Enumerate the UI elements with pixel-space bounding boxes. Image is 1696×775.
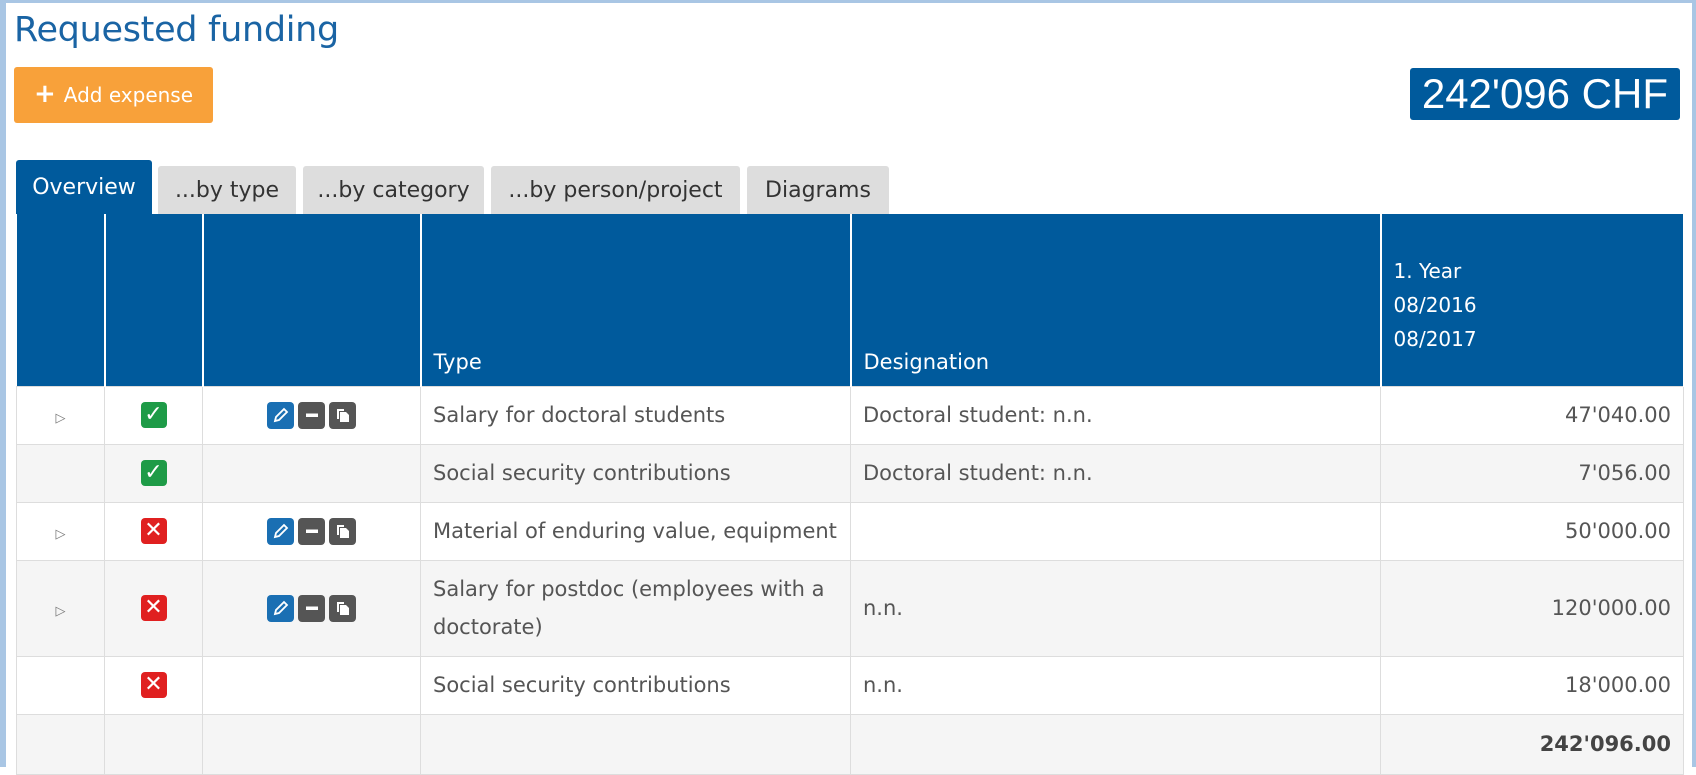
- header-year-end: 08/2017: [1393, 327, 1477, 351]
- window-frame-top: [0, 0, 1696, 3]
- status-cell: ✕: [104, 655, 203, 715]
- triangle-right-icon[interactable]: ▷: [56, 411, 66, 426]
- header-status: [104, 214, 204, 386]
- total-empty-cell: [16, 713, 105, 775]
- tab-overview[interactable]: Overview: [16, 160, 152, 214]
- status-cell: ✓: [104, 385, 203, 445]
- tab-by-person-project[interactable]: ...by person/project: [491, 166, 740, 214]
- pencil-icon[interactable]: [267, 594, 294, 622]
- status-cell: ✓: [104, 443, 203, 503]
- table-header-row: Type Designation 1. Year 08/2016 08/2017: [16, 214, 1685, 386]
- x-icon[interactable]: ✕: [140, 672, 167, 698]
- check-icon[interactable]: ✓: [140, 460, 167, 486]
- expand-cell: ▷: [16, 385, 105, 445]
- type-cell: Salary for postdoc (employees with a doc…: [420, 559, 851, 657]
- add-expense-label: Add expense: [63, 83, 194, 107]
- designation-cell: [850, 501, 1381, 561]
- plus-icon: +: [33, 78, 56, 109]
- total-badge: 242'096 CHF: [1409, 68, 1680, 120]
- header-expand: [16, 214, 106, 386]
- header-actions: [202, 214, 422, 386]
- total-empty-cell: [420, 713, 851, 775]
- minus-icon[interactable]: [298, 401, 325, 429]
- copy-icon[interactable]: [329, 517, 356, 545]
- pencil-icon[interactable]: [267, 517, 294, 545]
- designation-cell: Doctoral student: n.n.: [850, 385, 1381, 445]
- tab-by-category[interactable]: ...by category: [303, 166, 484, 214]
- copy-icon[interactable]: [329, 401, 356, 429]
- amount-cell: 50'000.00: [1380, 501, 1684, 561]
- amount-cell: 7'056.00: [1380, 443, 1684, 503]
- actions-cell: [202, 559, 421, 657]
- total-amount-cell: 242'096.00: [1380, 713, 1684, 775]
- actions-cell: [202, 501, 421, 561]
- table-row: ▷ ✕ Salary for postdoc (employees with a…: [16, 559, 1684, 657]
- table-row: ▷ ✕ Material of enduring value, equipmen…: [16, 501, 1684, 561]
- type-cell: Material of enduring value, equipment: [420, 501, 851, 561]
- window-frame-right: [1692, 0, 1696, 767]
- status-cell: ✕: [104, 501, 203, 561]
- actions-cell: [202, 443, 421, 503]
- actions-cell: [202, 385, 421, 445]
- funding-table: Type Designation 1. Year 08/2016 08/2017…: [16, 214, 1685, 775]
- type-cell: Salary for doctoral students: [420, 385, 851, 445]
- expand-cell: ▷: [16, 501, 105, 561]
- tab-diagrams[interactable]: Diagrams: [747, 166, 889, 214]
- minus-icon[interactable]: [298, 594, 325, 622]
- header-designation: Designation: [850, 214, 1382, 386]
- expand-cell: [16, 443, 105, 503]
- total-row: 242'096.00: [16, 713, 1684, 775]
- type-cell: Social security contributions: [420, 443, 851, 503]
- minus-icon[interactable]: [298, 517, 325, 545]
- triangle-right-icon[interactable]: ▷: [56, 527, 66, 542]
- header-type: Type: [420, 214, 852, 386]
- x-icon[interactable]: ✕: [140, 595, 167, 621]
- check-icon[interactable]: ✓: [140, 402, 167, 428]
- add-expense-button[interactable]: + Add expense: [14, 67, 213, 123]
- status-cell: ✕: [104, 559, 203, 657]
- designation-cell: Doctoral student: n.n.: [850, 443, 1381, 503]
- total-empty-cell: [202, 713, 421, 775]
- total-empty-cell: [104, 713, 203, 775]
- table-row: ✓ Social security contributions Doctoral…: [16, 443, 1684, 503]
- tab-by-type[interactable]: ...by type: [158, 166, 296, 214]
- expand-cell: ▷: [16, 559, 105, 657]
- header-year-label: 1. Year: [1393, 259, 1462, 283]
- x-icon[interactable]: ✕: [140, 518, 167, 544]
- total-empty-cell: [850, 713, 1381, 775]
- amount-cell: 18'000.00: [1380, 655, 1684, 715]
- type-cell: Social security contributions: [420, 655, 851, 715]
- amount-cell: 120'000.00: [1380, 559, 1684, 657]
- header-year-start: 08/2016: [1393, 293, 1477, 317]
- designation-cell: n.n.: [850, 655, 1381, 715]
- actions-cell: [202, 655, 421, 715]
- table-row: ▷ ✓ Salary for doctoral students Doctora…: [16, 385, 1684, 445]
- table-row: ✕ Social security contributions n.n. 18'…: [16, 655, 1684, 715]
- designation-cell: n.n.: [850, 559, 1381, 657]
- page-title: Requested funding: [14, 10, 339, 50]
- copy-icon[interactable]: [329, 594, 356, 622]
- amount-cell: 47'040.00: [1380, 385, 1684, 445]
- window-frame-left: [0, 0, 6, 767]
- triangle-right-icon[interactable]: ▷: [56, 604, 66, 619]
- pencil-icon[interactable]: [267, 401, 294, 429]
- header-year: 1. Year 08/2016 08/2017: [1380, 214, 1685, 386]
- expand-cell: [16, 655, 105, 715]
